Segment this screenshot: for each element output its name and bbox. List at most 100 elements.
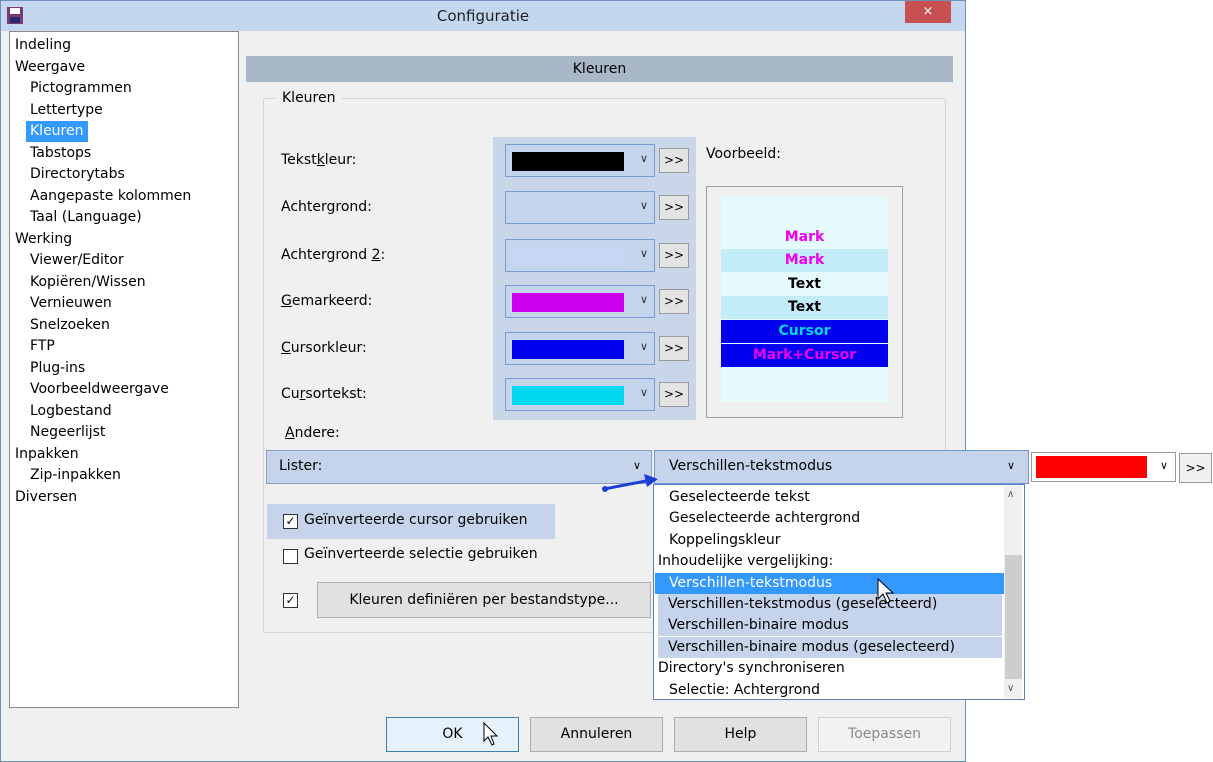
preview-row: Text xyxy=(721,273,888,296)
inverted-selection-checkbox[interactable] xyxy=(283,549,298,564)
chevron-down-icon: ∨ xyxy=(639,199,648,212)
mode-dropdown-list[interactable]: Geselecteerde tekst Geselecteerde achterg… xyxy=(653,484,1025,700)
lister-combo[interactable]: Lister: ∨ xyxy=(266,450,652,484)
mode-value: Verschillen-tekstmodus xyxy=(669,458,833,474)
color-more-button[interactable]: >> xyxy=(659,195,689,220)
tree-item[interactable]: Plug-ins xyxy=(26,358,89,379)
chevron-down-icon: ∨ xyxy=(639,152,648,165)
color-combo[interactable]: ∨ xyxy=(505,285,655,318)
color-more-button[interactable]: >> xyxy=(659,243,689,268)
color-swatch xyxy=(512,247,624,266)
apply-button[interactable]: Toepassen xyxy=(818,717,951,752)
dropdown-item[interactable]: Koppelingskleur xyxy=(655,530,781,551)
tree-item[interactable]: Logbestand xyxy=(26,401,116,422)
filetype-colors-checkbox[interactable]: ✓ xyxy=(283,593,298,608)
tree-item[interactable]: Lettertype xyxy=(26,100,107,121)
color-row-label: Gemarkeerd: xyxy=(281,293,373,309)
window-title: Configuratie xyxy=(436,7,530,25)
inverted-cursor-label: Geïnverteerde cursor gebruiken xyxy=(304,512,528,528)
chevron-down-icon: ∨ xyxy=(639,247,648,260)
title-bar[interactable]: Configuratie × xyxy=(1,1,965,31)
page-header: Kleuren xyxy=(246,56,953,82)
tree-item[interactable]: Vernieuwen xyxy=(26,293,116,314)
lister-value: Lister: xyxy=(279,458,323,474)
color-row-label: Achtergrond 2: xyxy=(281,247,386,263)
preview-row: Text xyxy=(721,296,888,319)
dropdown-item[interactable]: Inhoudelijke vergelijking: xyxy=(655,551,833,572)
mode-color-swatch xyxy=(1036,456,1147,478)
color-row-label: Tekstkleur: xyxy=(281,152,357,168)
preview-row: Mark+Cursor xyxy=(721,344,888,367)
group-label: Kleuren xyxy=(276,90,342,106)
color-more-button[interactable]: >> xyxy=(659,336,689,361)
color-combo[interactable]: ∨ xyxy=(505,191,655,224)
color-combo[interactable]: ∨ xyxy=(505,239,655,272)
tree-item[interactable]: Snelzoeken xyxy=(26,315,114,336)
chevron-down-icon: ∨ xyxy=(639,386,648,399)
inverted-cursor-checkbox[interactable]: ✓ xyxy=(283,514,298,529)
settings-tree[interactable]: Indeling Weergave Pictogrammen Lettertype Kl… xyxy=(9,31,239,708)
color-more-button[interactable]: >> xyxy=(659,382,689,407)
close-button[interactable]: × xyxy=(905,1,951,23)
chevron-down-icon: ∨ xyxy=(633,459,642,472)
color-row-label: Cursortekst: xyxy=(281,386,367,402)
dropdown-item[interactable]: Verschillen-binaire modus xyxy=(658,615,1002,637)
tree-item[interactable]: Taal (Language) xyxy=(26,207,146,228)
chevron-down-icon: ∨ xyxy=(1160,459,1169,472)
tree-item[interactable]: Kopiëren/Wissen xyxy=(26,272,150,293)
blue-arrow-icon xyxy=(602,474,658,492)
dropdown-item[interactable]: Verschillen-tekstmodus xyxy=(655,572,1015,594)
mode-color-more-button[interactable]: >> xyxy=(1179,453,1212,483)
chevron-down-icon: ∨ xyxy=(1007,459,1016,472)
tree-item[interactable]: Indeling xyxy=(11,35,75,56)
chevron-down-icon: ∨ xyxy=(639,340,648,353)
color-swatch xyxy=(512,386,624,405)
color-row-label: Achtergrond: xyxy=(281,199,372,215)
tree-item[interactable]: Diversen xyxy=(11,487,81,508)
scroll-up-icon[interactable]: ∧ xyxy=(1007,489,1014,500)
tree-item[interactable]: Kleuren xyxy=(26,121,88,142)
dropdown-item[interactable]: Verschillen-binaire modus (geselecteerd) xyxy=(658,636,1002,658)
tree-item[interactable]: Viewer/Editor xyxy=(26,250,128,271)
other-label: Andere: xyxy=(285,425,340,441)
chevron-down-icon: ∨ xyxy=(639,293,648,306)
preview-row: Mark xyxy=(721,226,888,249)
color-combo[interactable]: ∨ xyxy=(505,144,655,177)
tree-item[interactable]: Tabstops xyxy=(26,143,95,164)
color-combo[interactable]: ∨ xyxy=(505,332,655,365)
preview-row: Cursor xyxy=(721,320,888,343)
mode-combo[interactable]: Verschillen-tekstmodus ∨ xyxy=(654,450,1029,484)
tree-item[interactable]: Werking xyxy=(11,229,76,250)
color-swatch xyxy=(512,293,624,312)
dropdown-item[interactable]: Directory's synchroniseren xyxy=(655,658,845,679)
define-colors-button[interactable]: Kleuren definiëren per bestandstype... xyxy=(317,582,651,618)
tree-item[interactable]: Directorytabs xyxy=(26,164,129,185)
cancel-button[interactable]: Annuleren xyxy=(530,717,663,752)
color-more-button[interactable]: >> xyxy=(659,289,689,314)
help-button[interactable]: Help xyxy=(674,717,807,752)
tree-item[interactable]: Pictogrammen xyxy=(26,78,136,99)
preview-row: Mark xyxy=(721,249,888,272)
dropdown-item[interactable]: Geselecteerde achtergrond xyxy=(655,508,860,529)
dropdown-item[interactable]: Geselecteerde tekst xyxy=(655,487,810,508)
color-combo[interactable]: ∨ xyxy=(505,378,655,411)
dropdown-item[interactable]: Selectie: Achtergrond xyxy=(655,680,820,699)
color-swatch xyxy=(512,152,624,171)
tree-item[interactable]: FTP xyxy=(26,336,59,357)
tree-item[interactable]: Weergave xyxy=(11,57,89,78)
tree-item[interactable]: Inpakken xyxy=(11,444,83,465)
dropdown-scroll-thumb[interactable] xyxy=(1005,555,1022,679)
tree-item[interactable]: Negeerlijst xyxy=(26,422,109,443)
preview-label: Voorbeeld: xyxy=(706,146,781,162)
mouse-cursor-icon xyxy=(877,578,895,604)
color-swatch xyxy=(512,340,624,359)
inverted-selection-label: Geïnverteerde selectie gebruiken xyxy=(304,546,538,562)
tree-item[interactable]: Voorbeeldweergave xyxy=(26,379,173,400)
tree-item[interactable]: Zip-inpakken xyxy=(26,465,125,486)
tree-item[interactable]: Aangepaste kolommen xyxy=(26,186,195,207)
dropdown-item[interactable]: Verschillen-tekstmodus (geselecteerd) xyxy=(658,594,1002,615)
color-row-label: Cursorkleur: xyxy=(281,340,367,356)
mouse-cursor-icon xyxy=(483,722,499,746)
color-more-button[interactable]: >> xyxy=(659,148,689,173)
scroll-down-icon[interactable]: ∨ xyxy=(1007,683,1014,694)
